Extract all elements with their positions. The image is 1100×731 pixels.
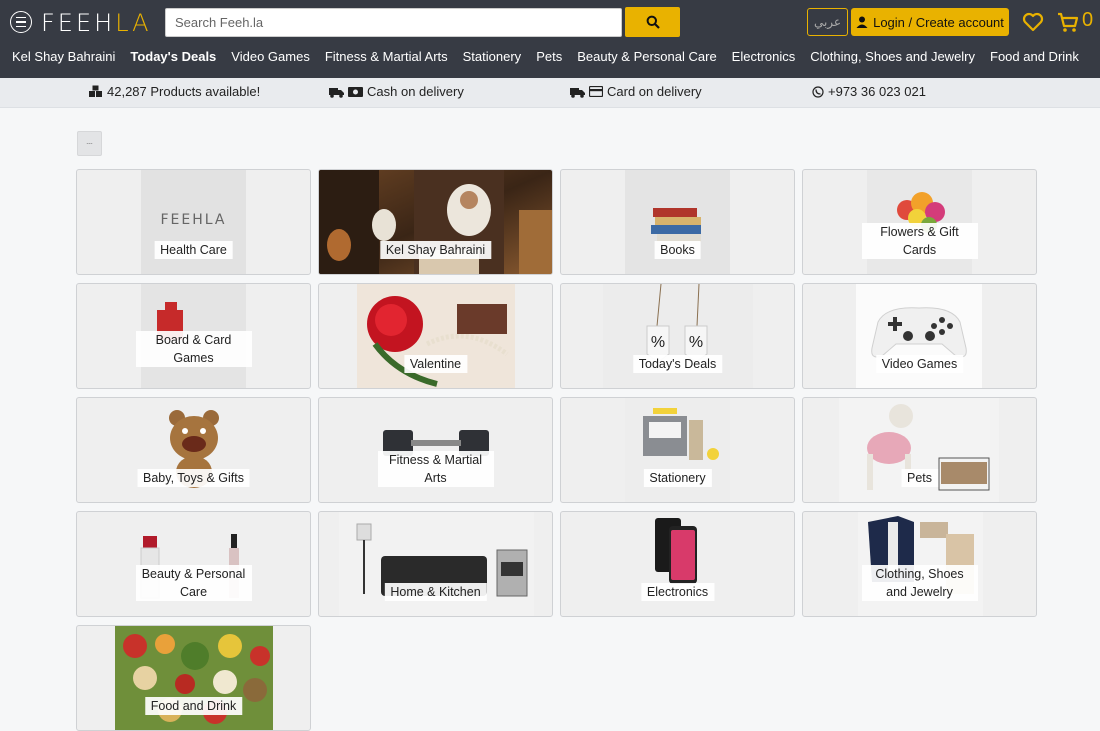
boxes-icon <box>89 85 102 97</box>
nav-item-video-games[interactable]: Video Games <box>231 49 310 64</box>
truck-icon <box>329 87 344 98</box>
info-products: 42,287 Products available! <box>88 84 260 99</box>
category-tile-video-games[interactable]: Video Games <box>802 283 1037 389</box>
category-tile-fitness-martial-arts[interactable]: Fitness & Martial Arts <box>318 397 553 503</box>
nav-item-todays-deals[interactable]: Today's Deals <box>130 49 216 64</box>
category-tile-board-card-games[interactable]: Board & Card Games <box>76 283 311 389</box>
category-tile-home-kitchen[interactable]: Home & Kitchen <box>318 511 553 617</box>
credit-card-icon <box>589 86 603 97</box>
category-label: Fitness & Martial Arts <box>377 451 494 487</box>
category-label: Stationery <box>643 469 712 487</box>
search-input[interactable] <box>165 8 622 37</box>
category-label: Home & Kitchen <box>384 583 487 601</box>
nav-item-kel-shay-bahraini[interactable]: Kel Shay Bahraini <box>12 49 115 64</box>
wishlist-heart-icon[interactable] <box>1021 10 1045 34</box>
category-label: Books <box>654 241 701 259</box>
cart-icon[interactable] <box>1056 10 1080 34</box>
search-icon <box>646 15 660 29</box>
category-nav: Kel Shay Bahraini Today's Deals Video Ga… <box>12 49 1079 64</box>
info-cash: Cash on delivery <box>329 84 464 99</box>
search-button[interactable] <box>625 7 680 37</box>
category-label: Health Care <box>154 241 233 259</box>
whatsapp-icon <box>812 85 824 98</box>
login-label: Login / Create account <box>873 14 1004 30</box>
site-logo[interactable]: FEEHLA <box>41 9 152 37</box>
category-tile-pets[interactable]: Pets <box>802 397 1037 503</box>
category-tile-todays-deals[interactable]: % % Today's Deals <box>560 283 795 389</box>
cart-count: 0 <box>1082 9 1094 31</box>
category-tile-health-care[interactable]: FEEHLA Health Care <box>76 169 311 275</box>
top-header: FEEHLA عربي Login / Create account 0 Kel… <box>0 0 1100 78</box>
category-tile-baby-toys-gifts[interactable]: Baby, Toys & Gifts <box>76 397 311 503</box>
category-tile-kel-shay-bahraini[interactable]: Kel Shay Bahraini <box>318 169 553 275</box>
nav-item-fitness[interactable]: Fitness & Martial Arts <box>325 49 448 64</box>
nav-item-food[interactable]: Food and Drink <box>990 49 1079 64</box>
feehla-logo-placeholder: FEEHLA <box>160 212 227 228</box>
info-phone[interactable]: +973 36 023 021 <box>812 84 926 99</box>
category-tile-food-drink[interactable]: Food and Drink <box>76 625 311 731</box>
nav-item-pets[interactable]: Pets <box>536 49 562 64</box>
category-label: Video Games <box>875 355 964 373</box>
category-label: Valentine <box>403 355 468 373</box>
category-grid: FEEHLA Health Care Kel Shay Bahraini Boo… <box>76 169 1037 731</box>
info-card: Card on delivery <box>570 84 702 99</box>
category-label: Pets <box>900 469 939 487</box>
nav-item-beauty[interactable]: Beauty & Personal Care <box>577 49 716 64</box>
money-icon <box>348 86 363 97</box>
language-button[interactable]: عربي <box>807 8 848 36</box>
category-tile-stationery[interactable]: Stationery <box>560 397 795 503</box>
svg-text:%: % <box>689 334 703 351</box>
nav-item-stationery[interactable]: Stationery <box>463 49 522 64</box>
svg-text:%: % <box>651 334 665 351</box>
menu-icon[interactable] <box>10 11 32 33</box>
category-label: Clothing, Shoes and Jewelry <box>861 565 978 601</box>
category-tile-electronics[interactable]: Electronics <box>560 511 795 617</box>
category-label: Food and Drink <box>144 697 243 715</box>
category-label: Electronics <box>640 583 715 601</box>
login-button[interactable]: Login / Create account <box>851 8 1009 36</box>
category-tile-flowers-gift-cards[interactable]: Flowers & Gift Cards <box>802 169 1037 275</box>
category-tile-valentine[interactable]: Valentine <box>318 283 553 389</box>
category-label: Flowers & Gift Cards <box>861 223 978 259</box>
category-label: Beauty & Personal Care <box>135 565 252 601</box>
nav-item-clothing[interactable]: Clothing, Shoes and Jewelry <box>810 49 975 64</box>
category-label: Baby, Toys & Gifts <box>137 469 250 487</box>
category-label: Kel Shay Bahraini <box>379 241 492 259</box>
user-icon <box>856 16 868 28</box>
category-tile-clothing-shoes-jewelry[interactable]: Clothing, Shoes and Jewelry <box>802 511 1037 617</box>
info-bar: 42,287 Products available! Cash on deliv… <box>0 78 1100 108</box>
category-tile-books[interactable]: Books <box>560 169 795 275</box>
category-label: Today's Deals <box>632 355 723 373</box>
nav-item-electronics[interactable]: Electronics <box>732 49 796 64</box>
category-label: Board & Card Games <box>135 331 252 367</box>
truck-icon <box>570 87 585 98</box>
category-tile-beauty-personal-care[interactable]: Beauty & Personal Care <box>76 511 311 617</box>
breadcrumb[interactable]: --- <box>77 131 102 156</box>
